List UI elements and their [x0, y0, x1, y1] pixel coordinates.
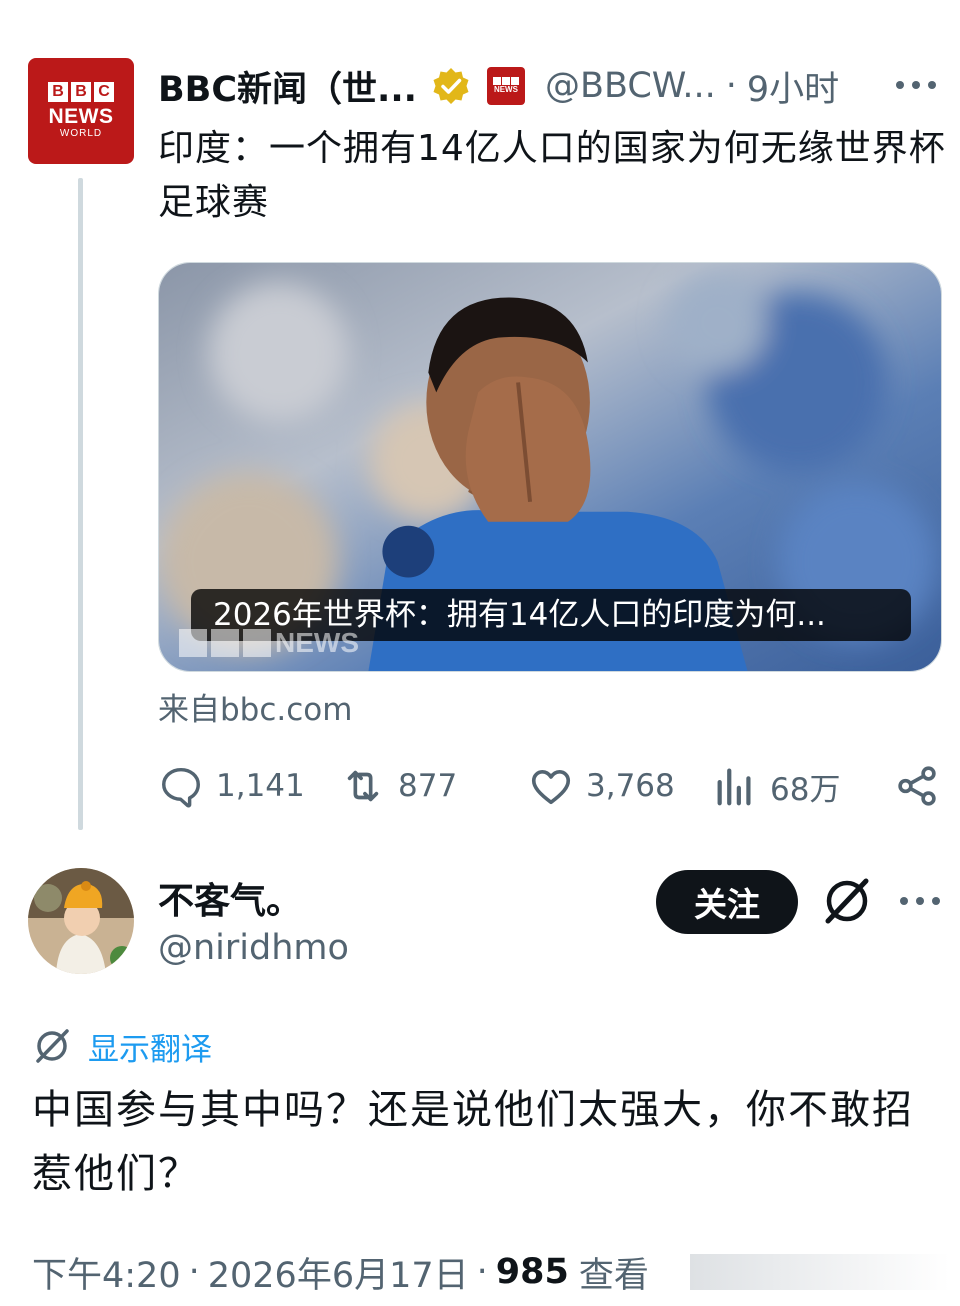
- bbc-block-1: B: [48, 82, 68, 102]
- reply-time[interactable]: 下午4:20: [32, 1247, 181, 1298]
- grok-icon[interactable]: [820, 874, 874, 928]
- share-icon: [898, 766, 936, 806]
- translate-grok-icon: [36, 1029, 69, 1063]
- article-link-card[interactable]: 2026年世界杯：拥有14亿人口的印度为何... NEWS: [158, 262, 942, 672]
- bbc-block-2: B: [71, 82, 91, 102]
- bbc-block-3: C: [94, 82, 114, 102]
- bbc-affiliate-badge-icon[interactable]: NEWS: [486, 67, 525, 105]
- like-count: 3,768: [586, 768, 675, 804]
- heart-icon: [531, 769, 571, 805]
- reply-views-count: 985: [495, 1252, 569, 1292]
- follow-button[interactable]: 关注: [656, 870, 798, 934]
- repost-count: 877: [398, 768, 458, 804]
- gold-verified-badge-icon[interactable]: [431, 66, 471, 106]
- reply-action[interactable]: 1,141: [158, 756, 305, 816]
- reply-icon: [162, 767, 200, 808]
- thread-connector-line: [78, 178, 83, 830]
- post-text: 印度：一个拥有14亿人口的国家为何无缘世界杯足球赛: [158, 128, 946, 223]
- meta-separator-1: ·: [188, 1252, 200, 1292]
- post-time-ago[interactable]: 9小时: [747, 61, 839, 112]
- cropped-meta-fade: [690, 1254, 950, 1290]
- card-source-domain[interactable]: 来自bbc.com: [158, 684, 352, 729]
- bbc-news-avatar[interactable]: B B C NEWS WORLD: [28, 58, 134, 164]
- post-actions-bar: 1,141 877 3,768 68万: [158, 756, 942, 816]
- post-header: BBC新闻（世... NEWS @BBCW... · 9小时: [158, 60, 948, 112]
- bbc-watermark: NEWS: [179, 627, 359, 659]
- bbc-logo-news: NEWS: [48, 105, 114, 128]
- bbc-logo-blocks: B B C: [48, 82, 114, 102]
- meta-separator-2: ·: [476, 1252, 488, 1292]
- bbc-watermark-text: NEWS: [275, 627, 359, 658]
- post-display-name[interactable]: BBC新闻（世...: [158, 61, 417, 112]
- reply-views-label: 查看: [578, 1255, 649, 1296]
- header-separator: ·: [725, 66, 737, 106]
- show-translation-link[interactable]: 显示翻译: [88, 1024, 212, 1069]
- reply-user-avatar[interactable]: [28, 868, 134, 974]
- reply-display-name[interactable]: 不客气。: [158, 872, 302, 924]
- reply-text: 中国参与其中吗？还是说他们太强大，你不敢招惹他们？: [32, 1087, 914, 1197]
- share-action[interactable]: [894, 756, 940, 816]
- reply-meta: 下午4:20 · 2026年6月17日 · 985 查看: [32, 1246, 649, 1298]
- translate-row[interactable]: 显示翻译: [32, 1024, 212, 1068]
- reply-more-options-icon[interactable]: [900, 886, 940, 916]
- post-more-options-icon[interactable]: [896, 70, 936, 100]
- views-action[interactable]: 68万: [712, 756, 840, 816]
- repost-action[interactable]: 877: [340, 756, 457, 816]
- repost-icon: [347, 770, 379, 802]
- like-action[interactable]: 3,768: [528, 756, 675, 816]
- views-chart-icon: [717, 768, 751, 806]
- reply-count: 1,141: [216, 768, 305, 804]
- views-count: 68万: [770, 771, 841, 808]
- reply-handle[interactable]: @niridhmo: [158, 928, 349, 968]
- reply-date[interactable]: 2026年6月17日: [208, 1247, 469, 1298]
- bbc-logo-world: WORLD: [59, 128, 103, 139]
- post-handle[interactable]: @BBCW...: [545, 66, 716, 106]
